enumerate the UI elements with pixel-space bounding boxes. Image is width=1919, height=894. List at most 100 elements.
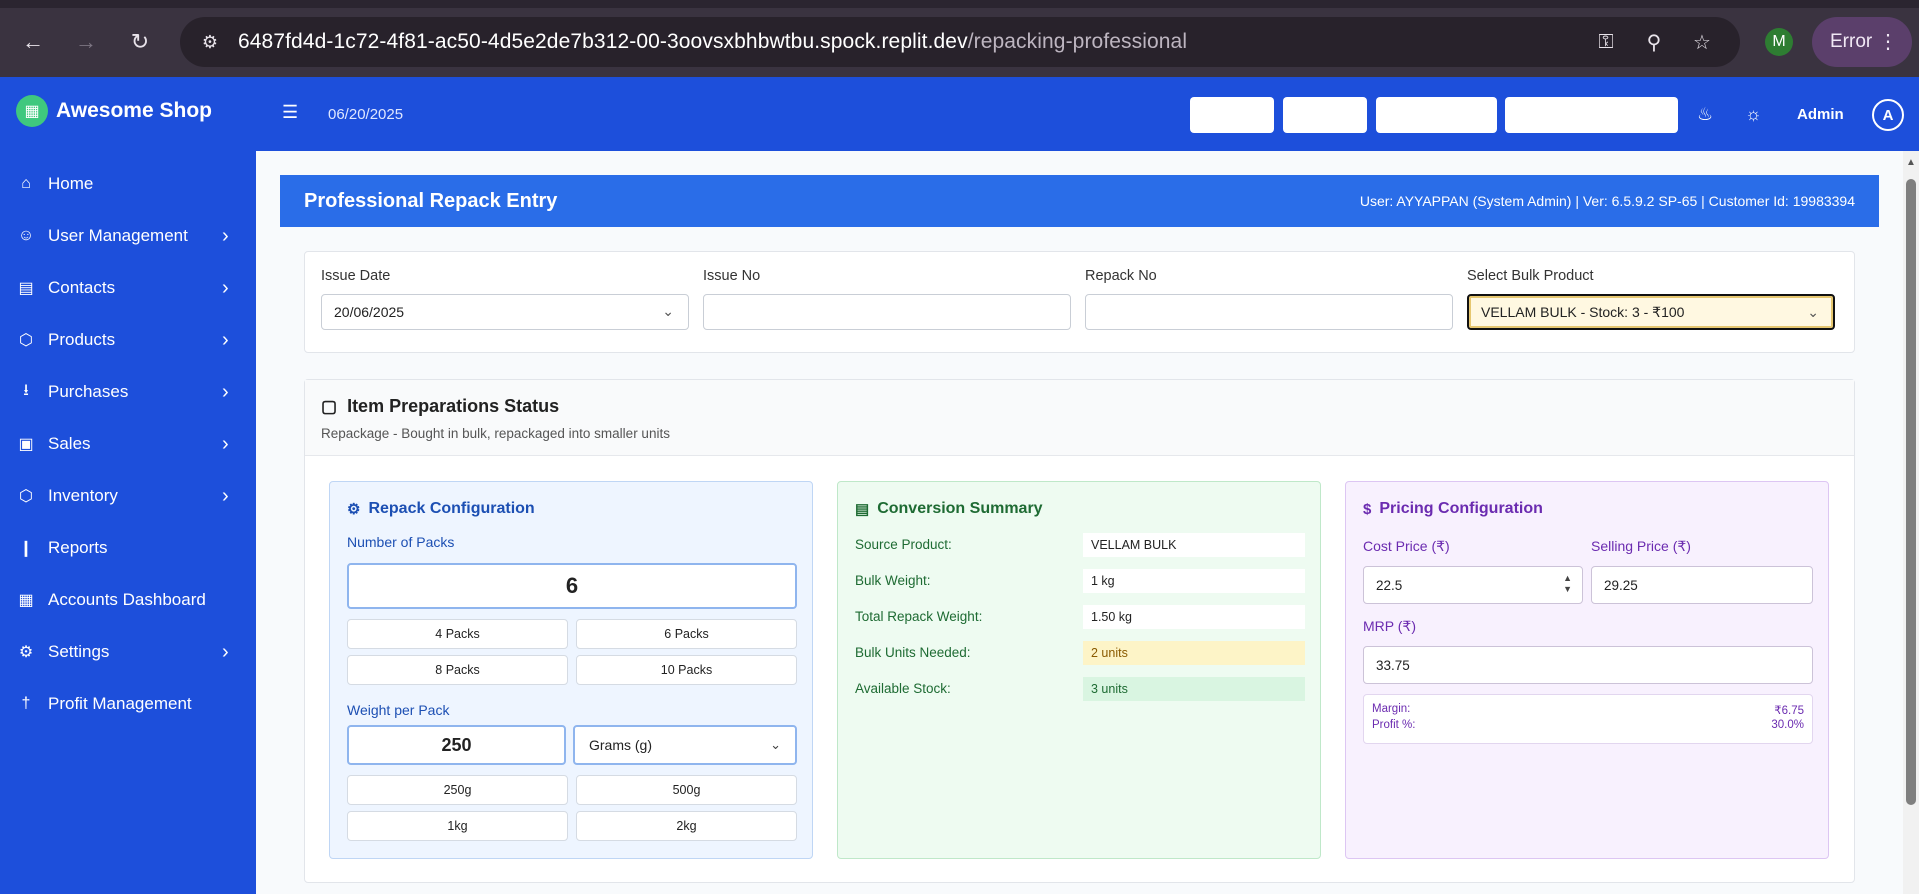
forward-icon[interactable]: → [70, 26, 102, 58]
error-label: Error [1830, 31, 1873, 52]
profile-avatar[interactable]: M [1765, 28, 1793, 56]
preset-1kg[interactable]: 1kg [347, 811, 568, 841]
sidebar-item-products[interactable]: ⬡ Products › [0, 314, 256, 366]
row-label: Bulk Units Needed: [855, 645, 971, 660]
admin-avatar[interactable]: A [1872, 99, 1904, 131]
page-scrollbar[interactable]: ▲ [1903, 151, 1919, 894]
sidebar-item-home[interactable]: ⌂ Home [0, 158, 256, 210]
conversion-row: Bulk Weight: 1 kg [855, 568, 1305, 594]
pricing-title: Pricing Configuration [1379, 500, 1543, 517]
preset-500g[interactable]: 500g [576, 775, 797, 805]
bell-icon[interactable]: ♨ [1697, 104, 1713, 125]
unit-select[interactable]: Grams (g) ⌄ [573, 725, 797, 765]
issue-date-label: Issue Date [321, 268, 391, 284]
repack-configuration-panel: ⚙ Repack Configuration Number of Packs 6 … [329, 481, 813, 859]
preset-6-packs[interactable]: 6 Packs [576, 619, 797, 649]
mrp-label: MRP (₹) [1363, 618, 1416, 634]
issue-no-input[interactable] [703, 294, 1071, 330]
selling-price-input[interactable]: 29.25 [1591, 566, 1813, 604]
topbar-button-1[interactable] [1190, 97, 1274, 133]
status-header: ▢ Item Preparations Status Repackage - Bo… [305, 380, 1854, 456]
cost-price-value: 22.5 [1376, 577, 1403, 593]
back-icon[interactable]: ← [17, 26, 49, 58]
chevron-right-icon: › [222, 484, 229, 507]
user-icon: ☺ [17, 227, 35, 244]
topbar-button-4[interactable] [1505, 97, 1678, 133]
preset-10-packs[interactable]: 10 Packs [576, 655, 797, 685]
contacts-icon: ▤ [18, 280, 34, 297]
brand[interactable]: ▦ Awesome Shop [16, 95, 212, 127]
conversion-row: Total Repack Weight: 1.50 kg [855, 604, 1305, 630]
selling-price-value: 29.25 [1604, 577, 1638, 593]
reload-icon[interactable]: ↻ [124, 26, 156, 58]
issue-no-field: Issue No [703, 268, 1071, 330]
preset-2kg[interactable]: 2kg [576, 811, 797, 841]
download-icon: ⭳ [23, 381, 29, 399]
bulk-product-select[interactable]: VELLAM BULK - Stock: 3 - ₹100 ⌄ [1467, 294, 1835, 330]
weight-label: Weight per Pack [347, 702, 450, 718]
topbar: ☰ 06/20/2025 ♨ ☼ Admin A [256, 77, 1919, 151]
packs-input[interactable]: 6 [347, 563, 797, 609]
sidebar-item-reports[interactable]: ❙ Reports [0, 522, 256, 574]
preset-4-packs[interactable]: 4 Packs [347, 619, 568, 649]
stepper-icon[interactable]: ▲ ▼ [1563, 573, 1572, 595]
weight-input[interactable]: 250 [347, 725, 566, 765]
sidebar-item-contacts[interactable]: ▤ Contacts › [0, 262, 256, 314]
sidebar-item-label: Sales [48, 434, 91, 453]
sidebar-item-label: Contacts [48, 278, 116, 297]
preset-250g[interactable]: 250g [347, 775, 568, 805]
password-key-icon[interactable]: ⚿ [1590, 26, 1622, 58]
issue-date-select[interactable]: 20/06/2025 ⌄ [321, 294, 689, 330]
bar-chart-icon: ❙ [19, 540, 33, 557]
unit-value: Grams (g) [589, 737, 652, 753]
mrp-input[interactable]: 33.75 [1363, 646, 1813, 684]
dollar-icon: $ [1363, 500, 1372, 518]
sidebar-item-profit-management[interactable]: † Profit Management [0, 678, 256, 730]
conversion-title: Conversion Summary [877, 500, 1043, 517]
sidebar-item-inventory[interactable]: ⬡ Inventory › [0, 470, 256, 522]
topbar-button-2[interactable] [1283, 97, 1367, 133]
sidebar-item-user-management[interactable]: ☺ User Management › [0, 210, 256, 262]
scrollbar-thumb[interactable] [1906, 179, 1916, 805]
row-value: VELLAM BULK [1083, 533, 1305, 557]
sun-icon[interactable]: ☼ [1745, 104, 1762, 125]
row-label: Bulk Weight: [855, 573, 931, 588]
sidebar-item-settings[interactable]: ⚙ Settings › [0, 626, 256, 678]
sidebar-item-sales[interactable]: ▣ Sales › [0, 418, 256, 470]
scroll-up-icon[interactable]: ▲ [1906, 157, 1916, 168]
preset-8-packs[interactable]: 8 Packs [347, 655, 568, 685]
sidebar-item-label: Reports [48, 538, 108, 557]
chevron-down-icon: ⌄ [662, 303, 674, 319]
topbar-button-3[interactable] [1376, 97, 1497, 133]
site-info-icon[interactable]: ⚙ [190, 22, 230, 62]
entry-form-card: Issue Date 20/06/2025 ⌄ Issue No Repack N… [304, 251, 1855, 353]
url-text[interactable]: 6487fd4d-1c72-4f81-ac50-4d5e2de7b312-00-… [238, 30, 1187, 54]
chevron-right-icon: › [222, 328, 229, 351]
zoom-icon[interactable]: ⚲ [1638, 26, 1670, 58]
bulk-product-field: Select Bulk Product VELLAM BULK - Stock:… [1467, 268, 1835, 330]
sidebar-item-accounts-dashboard[interactable]: ▦ Accounts Dashboard [0, 574, 256, 626]
tab-strip [0, 0, 1919, 8]
admin-name[interactable]: Admin [1797, 106, 1844, 123]
issue-no-label: Issue No [703, 268, 761, 284]
gear-icon: ⚙ [347, 501, 361, 518]
cost-price-input[interactable]: 22.5 ▲ ▼ [1363, 566, 1583, 604]
more-menu-icon[interactable]: ⋮ [1878, 29, 1898, 54]
margin-value: ₹6.75 [1774, 705, 1804, 717]
sidebar-item-purchases[interactable]: ⭳ Purchases › [0, 366, 256, 418]
chevron-right-icon: › [222, 380, 229, 403]
hamburger-menu-icon[interactable]: ☰ [282, 102, 298, 123]
url-host: 6487fd4d-1c72-4f81-ac50-4d5e2de7b312-00-… [238, 30, 968, 53]
issue-date-field: Issue Date 20/06/2025 ⌄ [321, 268, 689, 330]
sidebar-item-label: Accounts Dashboard [48, 590, 206, 609]
repack-no-input[interactable] [1085, 294, 1453, 330]
error-button[interactable]: Error ⋮ [1812, 17, 1912, 67]
box-icon: ⬡ [19, 332, 33, 349]
conversion-row: Source Product: VELLAM BULK [855, 532, 1305, 558]
bookmark-star-icon[interactable]: ☆ [1686, 26, 1718, 58]
margin-row: Margin: ₹6.75 [1372, 703, 1804, 717]
address-bar[interactable]: ⚙ 6487fd4d-1c72-4f81-ac50-4d5e2de7b312-0… [180, 17, 1740, 67]
profit-value: 30.0% [1771, 719, 1804, 731]
user-meta: User: AYYAPPAN (System Admin) | Ver: 6.5… [1359, 193, 1855, 209]
bag-icon: ▣ [18, 436, 34, 453]
